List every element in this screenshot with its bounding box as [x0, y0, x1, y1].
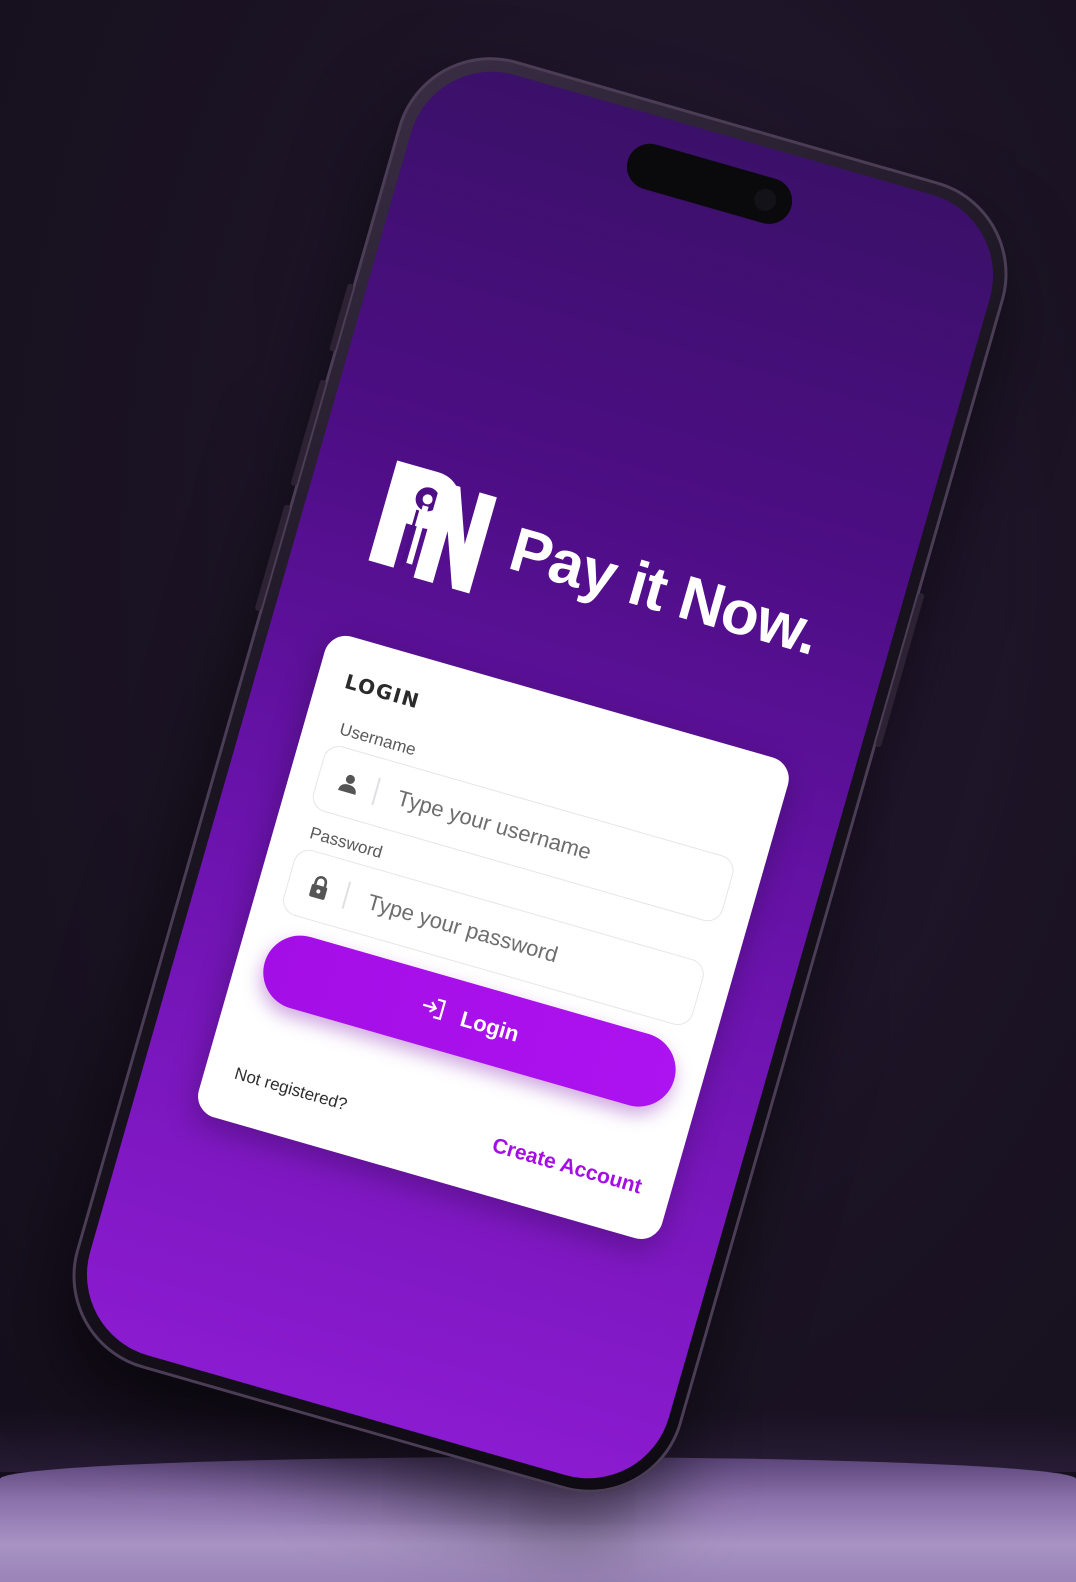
pay-it-now-logo-icon	[368, 460, 498, 594]
not-registered-text: Not registered?	[232, 1063, 350, 1115]
lock-icon	[303, 871, 335, 903]
front-camera	[751, 186, 779, 214]
field-divider	[341, 881, 351, 909]
username-input[interactable]	[391, 783, 714, 901]
create-account-link[interactable]: Create Account	[489, 1134, 645, 1200]
phone-screen: Pay it Now. LOGIN Username Password	[67, 51, 1013, 1499]
login-arrow-icon	[416, 993, 449, 1029]
login-card: LOGIN Username Password	[192, 630, 794, 1245]
field-divider	[371, 777, 381, 806]
dynamic-island	[621, 138, 798, 230]
login-button-label: Login	[457, 1006, 522, 1047]
user-icon	[333, 768, 365, 800]
brand-name: Pay it Now.	[502, 514, 827, 669]
phone-device: Pay it Now. LOGIN Username Password	[49, 34, 1031, 1516]
